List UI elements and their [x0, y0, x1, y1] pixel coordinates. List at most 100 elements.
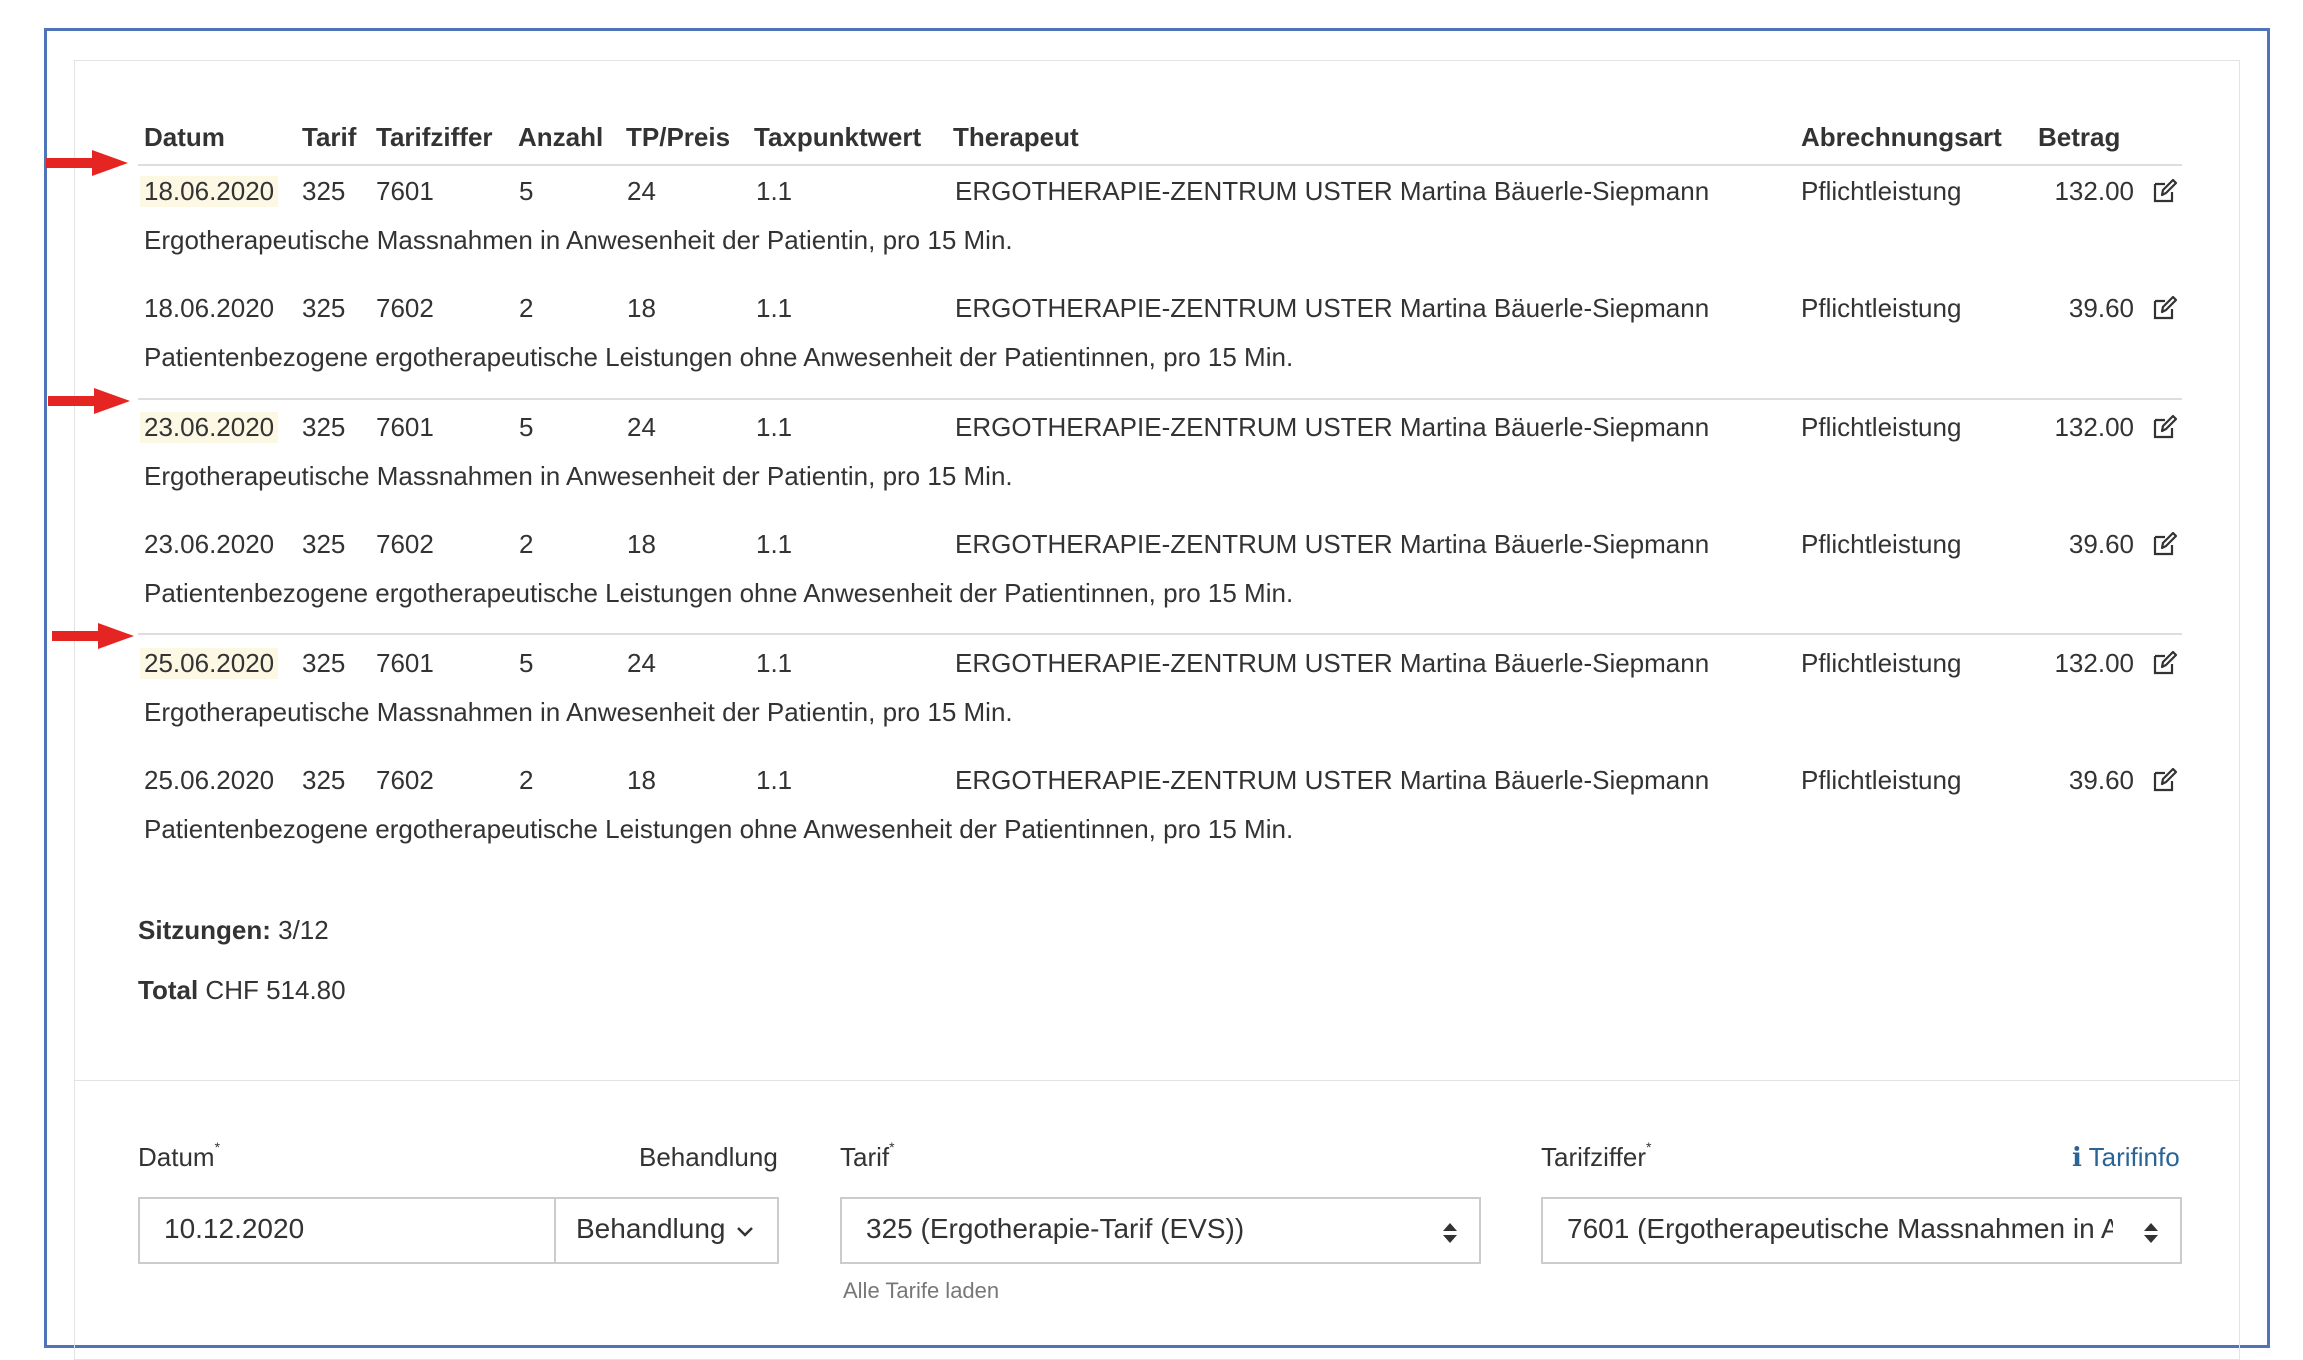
cell-taxpunktwert: 1.1	[756, 529, 793, 559]
behandlung-dropdown-button[interactable]: Behandlung	[554, 1197, 779, 1264]
col-taxpunktwert[interactable]: Taxpunktwert	[754, 122, 921, 153]
chevron-down-icon	[737, 1227, 753, 1237]
col-therapeut[interactable]: Therapeut	[953, 122, 1079, 153]
cell-datum: 18.06.2020	[140, 176, 279, 207]
datum-value: 10.12.2020	[164, 1213, 305, 1244]
required-mark: *	[214, 1139, 221, 1156]
col-anzahl[interactable]: Anzahl	[518, 122, 603, 153]
edit-icon[interactable]	[2152, 767, 2178, 793]
cell-betrag: 39.60	[2068, 293, 2134, 323]
panel-divider	[75, 1080, 2239, 1081]
cell-tarif: 325	[302, 293, 346, 323]
cell-taxpunktwert: 1.1	[756, 648, 793, 678]
cell-anzahl: 5	[519, 176, 534, 206]
cell-betrag: 132.00	[2054, 648, 2134, 678]
cell-anzahl: 2	[519, 529, 534, 559]
cell-taxpunktwert: 1.1	[756, 765, 793, 795]
tarif-select[interactable]: 325 (Ergotherapie-Tarif (EVS))	[840, 1197, 1481, 1264]
cell-tp-preis: 24	[627, 176, 656, 206]
edit-icon[interactable]	[2152, 650, 2178, 676]
edit-icon[interactable]	[2152, 178, 2178, 204]
cell-datum: 25.06.2020	[140, 648, 279, 679]
cell-therapeut: ERGOTHERAPIE-ZENTRUM USTER Martina Bäuer…	[955, 176, 1710, 206]
info-icon: i	[2072, 1143, 2082, 1173]
sitzungen-value: 3/12	[278, 915, 329, 945]
cell-tp-preis: 18	[627, 529, 656, 559]
row-group-divider	[138, 398, 2182, 400]
annotation-arrow-1	[46, 150, 128, 176]
cell-tarif: 325	[302, 176, 346, 206]
cell-anzahl: 5	[519, 648, 534, 678]
cell-tarif: 325	[302, 765, 346, 795]
col-datum[interactable]: Datum	[144, 122, 225, 153]
cell-tarifziffer: 7601	[376, 412, 434, 442]
cell-therapeut: ERGOTHERAPIE-ZENTRUM USTER Martina Bäuer…	[955, 412, 1710, 442]
total-label: Total	[138, 975, 199, 1005]
behandlung-button-label: Behandlung	[576, 1213, 726, 1244]
datum-label: Datum*	[138, 1139, 221, 1172]
tarifinfo-link[interactable]: i Tarifinfo	[2072, 1142, 2180, 1173]
cell-betrag: 39.60	[2068, 529, 2134, 559]
tarifziffer-label: Tarifziffer*	[1541, 1139, 1652, 1172]
cell-therapeut: ERGOTHERAPIE-ZENTRUM USTER Martina Bäuer…	[955, 648, 1710, 678]
row-description: Patientenbezogene ergotherapeutische Lei…	[144, 814, 1294, 844]
row-group-divider	[138, 633, 2182, 635]
cell-anzahl: 2	[519, 765, 534, 795]
col-tarif[interactable]: Tarif	[302, 122, 356, 153]
tarifziffer-select-value: 7601 (Ergotherapeutische Massnahmen in A…	[1567, 1213, 2113, 1244]
tarif-label: Tarif*	[840, 1139, 895, 1172]
cell-taxpunktwert: 1.1	[756, 412, 793, 442]
cell-betrag: 132.00	[2054, 412, 2134, 442]
col-betrag[interactable]: Betrag	[2038, 122, 2120, 153]
col-tp-preis[interactable]: TP/Preis	[626, 122, 730, 153]
alle-tarife-laden-link[interactable]: Alle Tarife laden	[843, 1278, 999, 1304]
cell-therapeut: ERGOTHERAPIE-ZENTRUM USTER Martina Bäuer…	[955, 529, 1710, 559]
cell-tarifziffer: 7602	[376, 765, 434, 795]
total-value: CHF 514.80	[205, 975, 346, 1005]
total-summary: Total CHF 514.80	[138, 975, 346, 1006]
sitzungen-summary: Sitzungen: 3/12	[138, 915, 329, 946]
behandlung-label: Behandlung	[639, 1142, 778, 1172]
cell-tp-preis: 18	[627, 765, 656, 795]
row-description: Ergotherapeutische Massnahmen in Anwesen…	[144, 225, 1013, 255]
cell-tarifziffer: 7601	[376, 176, 434, 206]
cell-therapeut: ERGOTHERAPIE-ZENTRUM USTER Martina Bäuer…	[955, 765, 1710, 795]
cell-taxpunktwert: 1.1	[756, 293, 793, 323]
cell-betrag: 132.00	[2054, 176, 2134, 206]
edit-icon[interactable]	[2152, 295, 2178, 321]
table-header: Datum Tarif Tarifziffer Anzahl TP/Preis …	[138, 120, 2182, 166]
row-description: Patientenbezogene ergotherapeutische Lei…	[144, 578, 1294, 608]
cell-anzahl: 2	[519, 293, 534, 323]
cell-tarif: 325	[302, 412, 346, 442]
cell-therapeut: ERGOTHERAPIE-ZENTRUM USTER Martina Bäuer…	[955, 293, 1710, 323]
row-description: Patientenbezogene ergotherapeutische Lei…	[144, 342, 1294, 372]
cell-tp-preis: 24	[627, 648, 656, 678]
cell-tarif: 325	[302, 648, 346, 678]
col-abrechnungsart[interactable]: Abrechnungsart	[1801, 122, 2002, 153]
cell-tarifziffer: 7602	[376, 529, 434, 559]
sort-arrows-icon	[1443, 1223, 1457, 1243]
sort-arrows-icon	[2144, 1223, 2158, 1243]
cell-tarifziffer: 7601	[376, 648, 434, 678]
edit-icon[interactable]	[2152, 414, 2178, 440]
tarif-select-value: 325 (Ergotherapie-Tarif (EVS))	[866, 1213, 1245, 1244]
cell-tp-preis: 18	[627, 293, 656, 323]
row-description: Ergotherapeutische Massnahmen in Anwesen…	[144, 461, 1013, 491]
annotation-arrow-3	[52, 623, 134, 649]
cell-tp-preis: 24	[627, 412, 656, 442]
cell-datum: 25.06.2020	[144, 765, 275, 795]
edit-icon[interactable]	[2152, 531, 2178, 557]
cell-tarif: 325	[302, 529, 346, 559]
tarifziffer-select[interactable]: 7601 (Ergotherapeutische Massnahmen in A…	[1541, 1197, 2182, 1264]
row-description: Ergotherapeutische Massnahmen in Anwesen…	[144, 697, 1013, 727]
cell-anzahl: 5	[519, 412, 534, 442]
cell-datum: 18.06.2020	[144, 293, 275, 323]
col-tarifziffer[interactable]: Tarifziffer	[376, 122, 493, 153]
sitzungen-label: Sitzungen:	[138, 915, 271, 945]
cell-taxpunktwert: 1.1	[756, 176, 793, 206]
annotation-arrow-2	[48, 388, 130, 414]
cell-datum: 23.06.2020	[140, 412, 279, 443]
datum-input[interactable]: 10.12.2020	[138, 1197, 556, 1264]
cell-tarifziffer: 7602	[376, 293, 434, 323]
cell-datum: 23.06.2020	[144, 529, 275, 559]
